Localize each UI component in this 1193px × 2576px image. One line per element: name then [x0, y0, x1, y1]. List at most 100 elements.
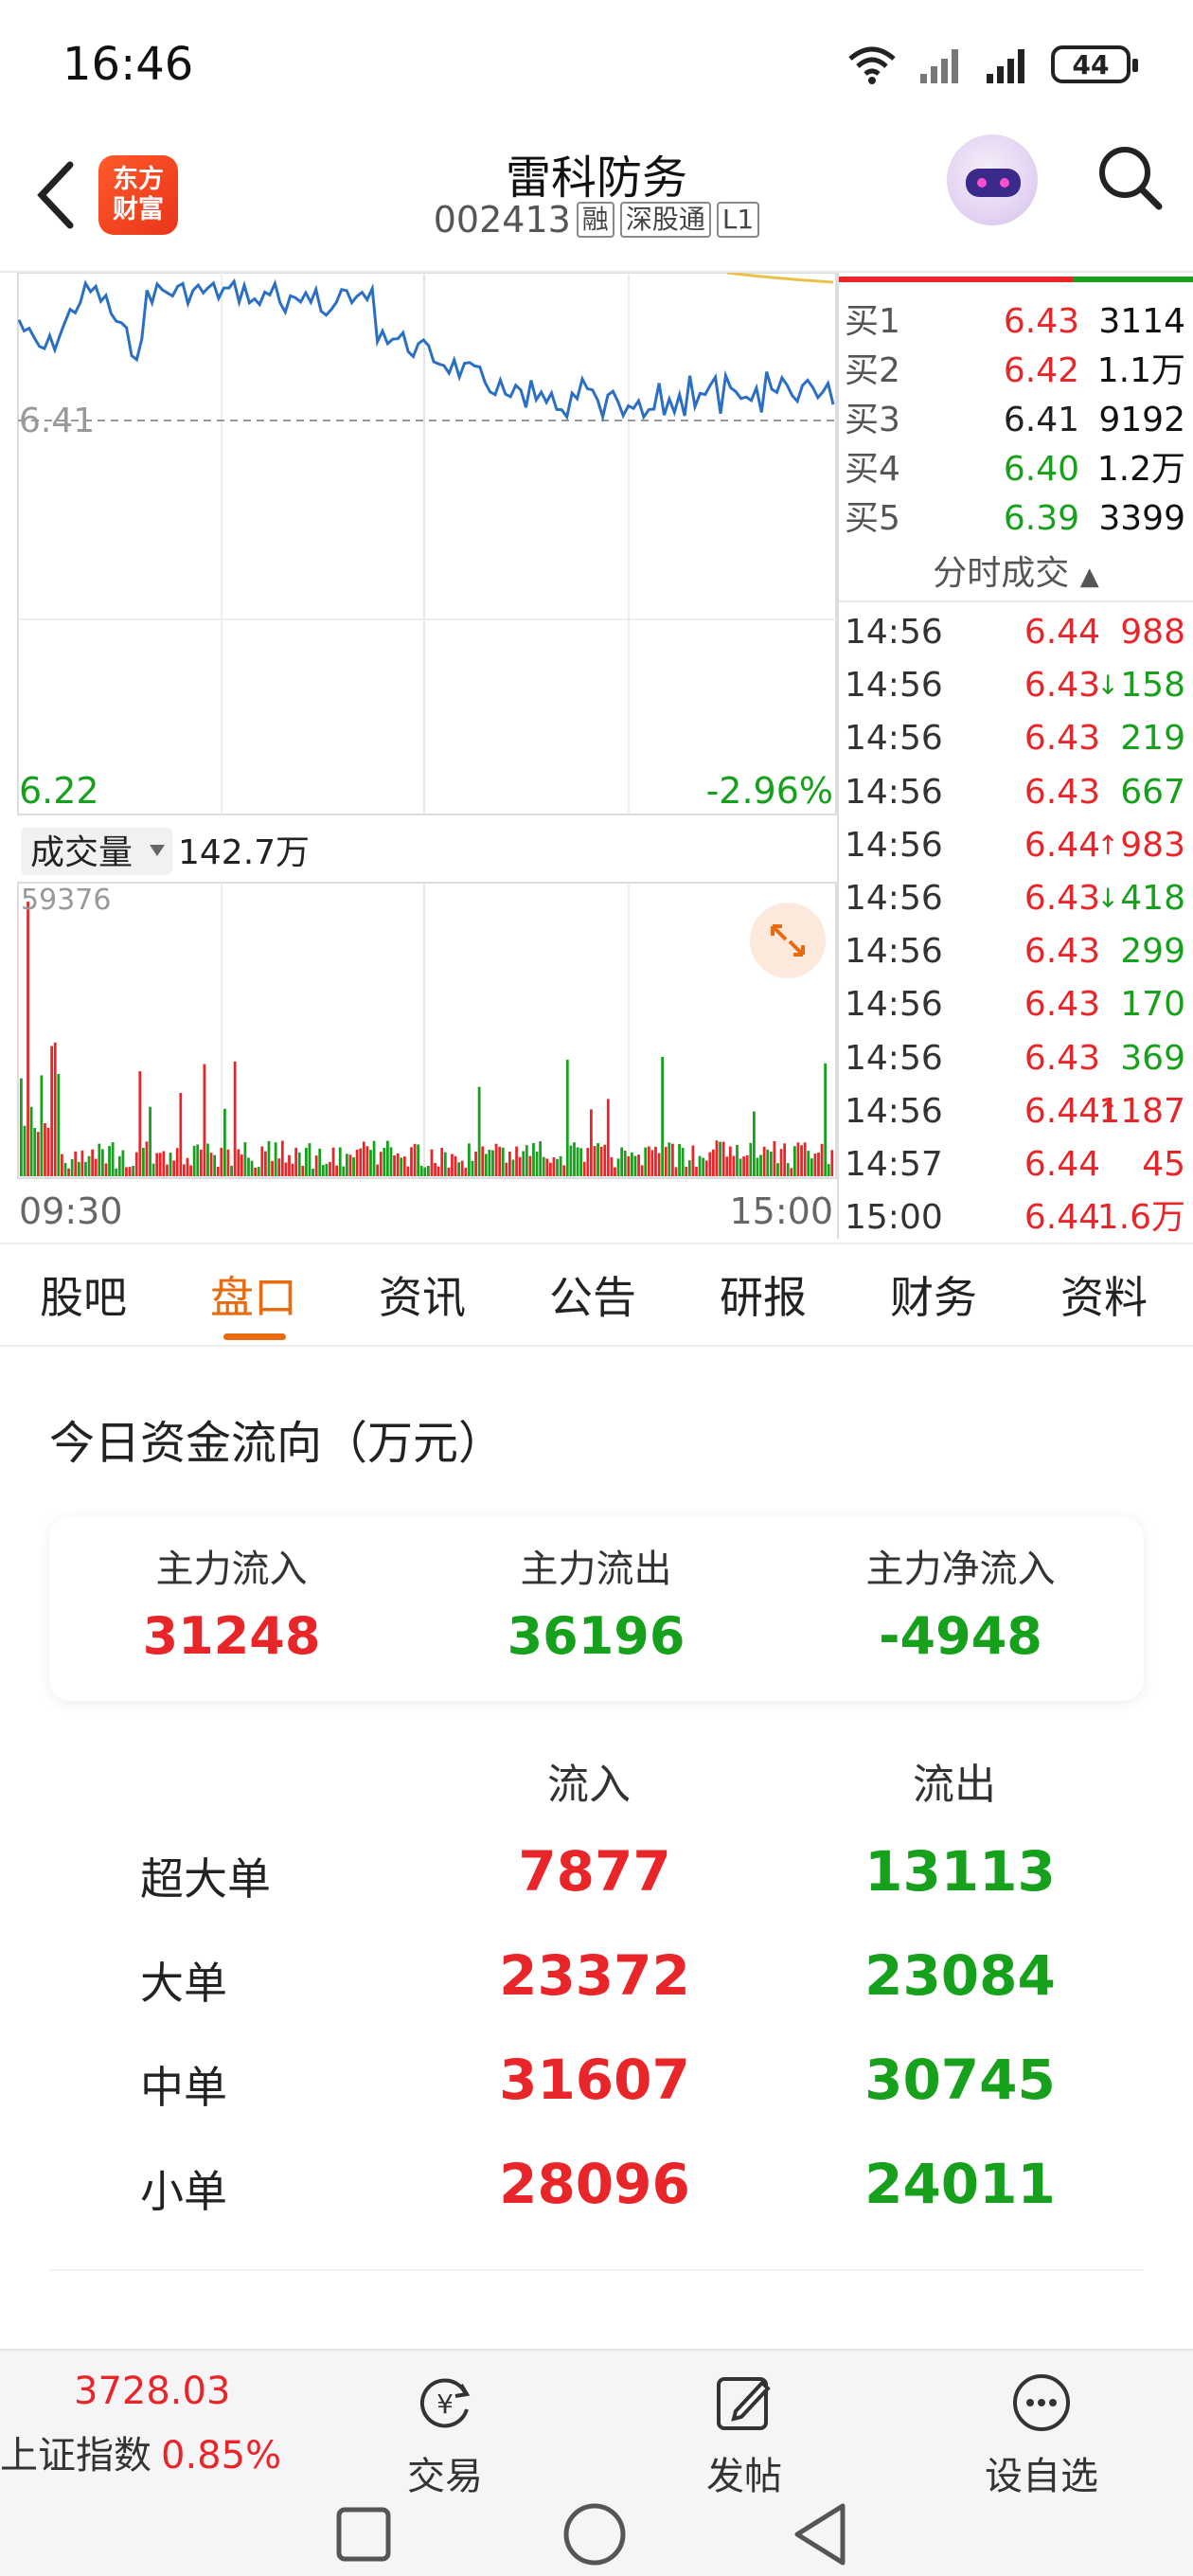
volume-bar: [671, 1143, 674, 1176]
volume-bar: [284, 1162, 288, 1176]
volume-bar: [291, 1163, 294, 1176]
fund-flow-title: 今日资金流向（万元）: [49, 1417, 505, 1470]
volume-bar: [74, 1151, 78, 1176]
volume-bar: [484, 1154, 488, 1176]
tab-bar: 股吧 盘口 资讯 公告 研报 财务 资料: [0, 1243, 1193, 1347]
tab-6[interactable]: 资料: [1060, 1263, 1148, 1326]
assistant-avatar[interactable]: [947, 134, 1038, 225]
volume-bar: [213, 1154, 217, 1176]
bid-row[interactable]: 买5 6.39 3399: [839, 494, 1193, 544]
volume-bar: [77, 1161, 80, 1176]
flow-row: 小单 28096 24011: [0, 2152, 1193, 2262]
volume-bar: [29, 1106, 33, 1176]
volume-bar: [702, 1157, 705, 1176]
volume-bar: [528, 1155, 532, 1176]
system-back-button[interactable]: [794, 2503, 846, 2566]
volume-bar: [108, 1146, 111, 1176]
trade-button[interactable]: ¥ 交易: [369, 2370, 521, 2500]
flow-row-out: 23084: [864, 1943, 1056, 2008]
volume-bar: [260, 1146, 264, 1176]
volume-bar: [599, 1146, 603, 1176]
bid-ask-bar: [839, 277, 1193, 282]
trade-price: 6.43: [1024, 879, 1100, 918]
volume-bar: [623, 1151, 627, 1176]
expand-button[interactable]: [750, 903, 826, 978]
volume-bar: [824, 1063, 828, 1176]
tab-0[interactable]: 股吧: [40, 1263, 127, 1326]
flow-row-name: 小单: [140, 2166, 227, 2217]
volume-bar: [745, 1154, 749, 1176]
bid-row[interactable]: 买3 6.41 9192: [839, 396, 1193, 445]
trade-time: 14:56: [845, 719, 943, 759]
trades-header[interactable]: 分时成交 ▲: [839, 547, 1193, 600]
volume-bar: [556, 1158, 559, 1176]
volume-bar: [134, 1152, 138, 1176]
volume-bar: [820, 1143, 824, 1176]
post-button[interactable]: 发帖: [668, 2370, 820, 2500]
volume-bar: [725, 1156, 729, 1176]
volume-bar: [250, 1160, 254, 1176]
trade-volume: 299: [1120, 932, 1185, 972]
volume-bar: [447, 1167, 451, 1176]
tab-5[interactable]: 财务: [890, 1263, 977, 1326]
flow-row-name: 超大单: [140, 1853, 271, 1905]
search-icon[interactable]: [1095, 142, 1166, 214]
volume-bar: [545, 1158, 549, 1176]
volume-bar: [644, 1147, 648, 1176]
flow-row-in: 28096: [499, 2152, 690, 2216]
bottom-bar: 3728.03 上证指数 0.85% ¥ 交易 发帖 设自选: [0, 2349, 1193, 2576]
volume-bar: [565, 1060, 569, 1176]
recent-apps-button[interactable]: [336, 2507, 391, 2562]
trade-time: 14:56: [845, 613, 943, 652]
volume-bar: [84, 1161, 87, 1176]
volume-bar: [70, 1158, 74, 1176]
volume-bar: [61, 1154, 63, 1176]
trade-row: 14:56 6.43 369: [839, 1032, 1193, 1085]
tab-1[interactable]: 盘口: [210, 1263, 297, 1326]
flow-row-in: 7877: [518, 1839, 671, 1904]
trade-volume: 219: [1120, 719, 1185, 759]
volume-bar: [226, 1149, 230, 1176]
bid-row[interactable]: 买2 6.42 1.1万: [839, 347, 1193, 396]
tab-2[interactable]: 资讯: [379, 1263, 466, 1326]
volume-bar: [614, 1167, 616, 1176]
volume-bar: [515, 1146, 518, 1176]
volume-bar: [728, 1146, 732, 1176]
trade-volume: 1.6万: [1096, 1198, 1185, 1238]
col-header-out: 流出: [913, 1761, 996, 1809]
volume-bar: [661, 1057, 665, 1176]
volume-bar: [434, 1163, 436, 1176]
volume-bar: [155, 1153, 159, 1176]
volume-bar: [650, 1150, 654, 1176]
volume-bar: [223, 1108, 226, 1176]
bid-row[interactable]: 买1 6.43 3114: [839, 297, 1193, 347]
trade-row: 14:57 6.44 45: [839, 1138, 1193, 1191]
bid-row[interactable]: 买4 6.40 1.2万: [839, 445, 1193, 494]
volume-bar: [40, 1075, 44, 1176]
tab-4[interactable]: 研报: [720, 1263, 807, 1326]
volume-bar: [474, 1152, 477, 1176]
volume-bar: [271, 1160, 274, 1176]
intraday-chart[interactable]: 6.41 6.22 -2.96% 成交量 142.7万 59376 09:30 …: [17, 273, 837, 1239]
tab-3[interactable]: 公告: [549, 1263, 636, 1326]
volume-bar: [637, 1154, 640, 1176]
trade-icon: ¥: [419, 2378, 471, 2428]
volume-bar: [237, 1149, 240, 1176]
volume-bar: [783, 1143, 787, 1176]
volume-bar: [525, 1145, 528, 1176]
volume-bar: [335, 1165, 339, 1176]
trade-price: 6.43: [1024, 666, 1100, 706]
volume-bar: [549, 1162, 552, 1176]
flow-row-out: 30745: [864, 2048, 1056, 2112]
volume-bar: [196, 1144, 200, 1176]
volume-bar: [647, 1146, 650, 1176]
add-watchlist-button[interactable]: 设自选: [966, 2370, 1117, 2500]
home-button[interactable]: [563, 2503, 626, 2566]
trades-header-label: 分时成交: [933, 554, 1070, 593]
wifi-icon: [848, 46, 896, 84]
main-net-inflow-label: 主力净流入: [865, 1547, 1056, 1591]
volume-bar: [753, 1111, 756, 1176]
index-pct: 0.85%: [161, 2434, 282, 2478]
fund-flow-summary-card: 主力流入 31248 主力流出 36196 主力净流入 -4948: [49, 1517, 1144, 1701]
volume-bar: [145, 1141, 149, 1176]
